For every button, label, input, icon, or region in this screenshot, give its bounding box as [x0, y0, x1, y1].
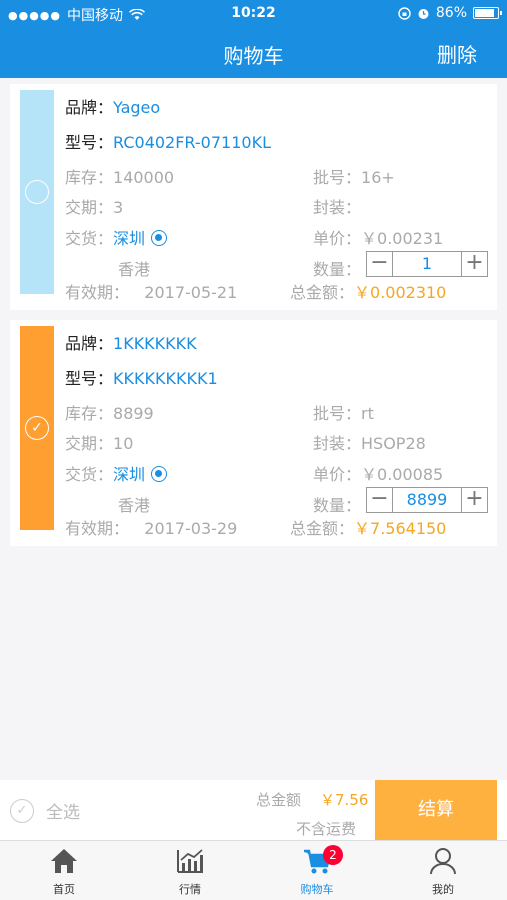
- delete-button[interactable]: 删除: [437, 39, 477, 68]
- stock-value: 8899: [113, 404, 154, 423]
- quantity-stepper: − 1 +: [366, 251, 488, 277]
- quantity-stepper: − 8899 +: [366, 487, 488, 513]
- alarm-icon: [418, 8, 429, 19]
- model-label: 型号：: [65, 369, 114, 388]
- unit-price-value: ￥0.00085: [361, 465, 444, 484]
- validity-value: 2017-05-21: [144, 283, 238, 302]
- plus-button[interactable]: +: [461, 488, 487, 512]
- item-total-label: 总金额：: [290, 283, 355, 302]
- batch-label: 批号：: [313, 168, 362, 187]
- batch-value: rt: [361, 404, 374, 423]
- rotation-lock-icon: [398, 6, 411, 20]
- batch-value: 16+: [361, 168, 395, 187]
- delivery-radio[interactable]: [151, 466, 168, 482]
- cart-list: 品牌：Yageo 型号：RC0402FR-07110KL 库存：140000 批…: [0, 78, 507, 780]
- leadtime-value: 10: [113, 434, 134, 453]
- checkout-bar: ✓ 全选 总金额 ￥7.56 不含运费 结算: [0, 780, 507, 840]
- minus-button[interactable]: −: [367, 252, 393, 276]
- unit-price-label: 单价：: [313, 465, 362, 484]
- stock-value: 140000: [113, 168, 175, 187]
- tab-cart[interactable]: 2 购物车: [267, 845, 367, 897]
- select-all-label: 全选: [46, 803, 80, 823]
- check-circle-icon: ✓: [10, 798, 34, 823]
- unit-price-label: 单价：: [313, 229, 362, 248]
- item-total-value: ￥7.564150: [354, 519, 447, 538]
- quantity-label: 数量：: [313, 496, 362, 515]
- item-select-toggle[interactable]: [20, 90, 54, 294]
- tab-cart-label: 购物车: [300, 883, 334, 896]
- validity-value: 2017-03-29: [144, 519, 238, 538]
- user-icon: [430, 848, 456, 875]
- nav-bar: 购物车 删除: [0, 28, 507, 78]
- tab-market-label: 行情: [179, 883, 201, 896]
- battery-percent: 86%: [435, 5, 467, 21]
- stock-label: 库存：: [65, 404, 114, 423]
- delivery-label: 交货：: [65, 465, 114, 484]
- home-icon: [51, 849, 77, 873]
- item-total-label: 总金额：: [290, 519, 355, 538]
- model-label: 型号：: [65, 133, 114, 152]
- brand-value: Yageo: [113, 98, 161, 117]
- cart-item: 品牌：Yageo 型号：RC0402FR-07110KL 库存：140000 批…: [10, 84, 497, 310]
- model-value: RC0402FR-07110KL: [113, 133, 271, 152]
- select-all-toggle[interactable]: ✓ 全选: [10, 798, 80, 823]
- quantity-label: 数量：: [313, 260, 362, 279]
- quantity-input[interactable]: 1: [393, 252, 461, 276]
- package-value: HSOP28: [361, 434, 426, 453]
- tab-home-label: 首页: [53, 883, 75, 896]
- cart-item: ✓ 品牌：1KKKKKKK 型号：KKKKKKKKK1 库存：8899 批号：r…: [10, 320, 497, 546]
- package-label: 封装：: [313, 434, 362, 453]
- delivery-primary: 深圳: [113, 465, 146, 484]
- tab-profile[interactable]: 我的: [393, 847, 493, 897]
- battery-icon: [473, 7, 502, 19]
- delivery-label: 交货：: [65, 229, 114, 248]
- chart-icon: [177, 849, 203, 873]
- check-circle-icon: ✓: [25, 416, 49, 440]
- tab-market[interactable]: 行情: [140, 847, 240, 897]
- leadtime-label: 交期：: [65, 198, 114, 217]
- delivery-secondary[interactable]: 香港: [118, 496, 150, 515]
- package-label: 封装：: [313, 198, 362, 217]
- validity-label: 有效期：: [65, 519, 130, 538]
- item-select-toggle[interactable]: ✓: [20, 326, 54, 530]
- stock-label: 库存：: [65, 168, 114, 187]
- cart-total-label: 总金额: [256, 791, 302, 809]
- page-title: 购物车: [223, 44, 284, 68]
- brand-value: 1KKKKKKK: [113, 334, 197, 353]
- tab-bar: 首页 行情 2 购物车 我的: [0, 840, 507, 900]
- delivery-radio[interactable]: [151, 230, 168, 246]
- tab-profile-label: 我的: [432, 883, 454, 896]
- plus-button[interactable]: +: [461, 252, 487, 276]
- brand-label: 品牌：: [65, 98, 114, 117]
- cart-total-value: ￥7.56: [320, 791, 369, 809]
- checkout-button[interactable]: 结算: [375, 780, 497, 840]
- delivery-primary: 深圳: [113, 229, 146, 248]
- status-bar: ●●●●● 中国移动 10:22 86%: [0, 0, 507, 28]
- shipping-note: 不含运费: [296, 820, 357, 838]
- unit-price-value: ￥0.00231: [361, 229, 444, 248]
- item-total-value: ￥0.002310: [354, 283, 447, 302]
- model-value: KKKKKKKKK1: [113, 369, 218, 388]
- quantity-input[interactable]: 8899: [393, 488, 461, 512]
- batch-label: 批号：: [313, 404, 362, 423]
- validity-label: 有效期：: [65, 283, 130, 302]
- unchecked-circle-icon: [25, 180, 49, 204]
- brand-label: 品牌：: [65, 334, 114, 353]
- cart-badge: 2: [323, 845, 343, 865]
- leadtime-value: 3: [113, 198, 124, 217]
- delivery-secondary[interactable]: 香港: [118, 260, 150, 279]
- tab-home[interactable]: 首页: [14, 847, 114, 897]
- minus-button[interactable]: −: [367, 488, 393, 512]
- leadtime-label: 交期：: [65, 434, 114, 453]
